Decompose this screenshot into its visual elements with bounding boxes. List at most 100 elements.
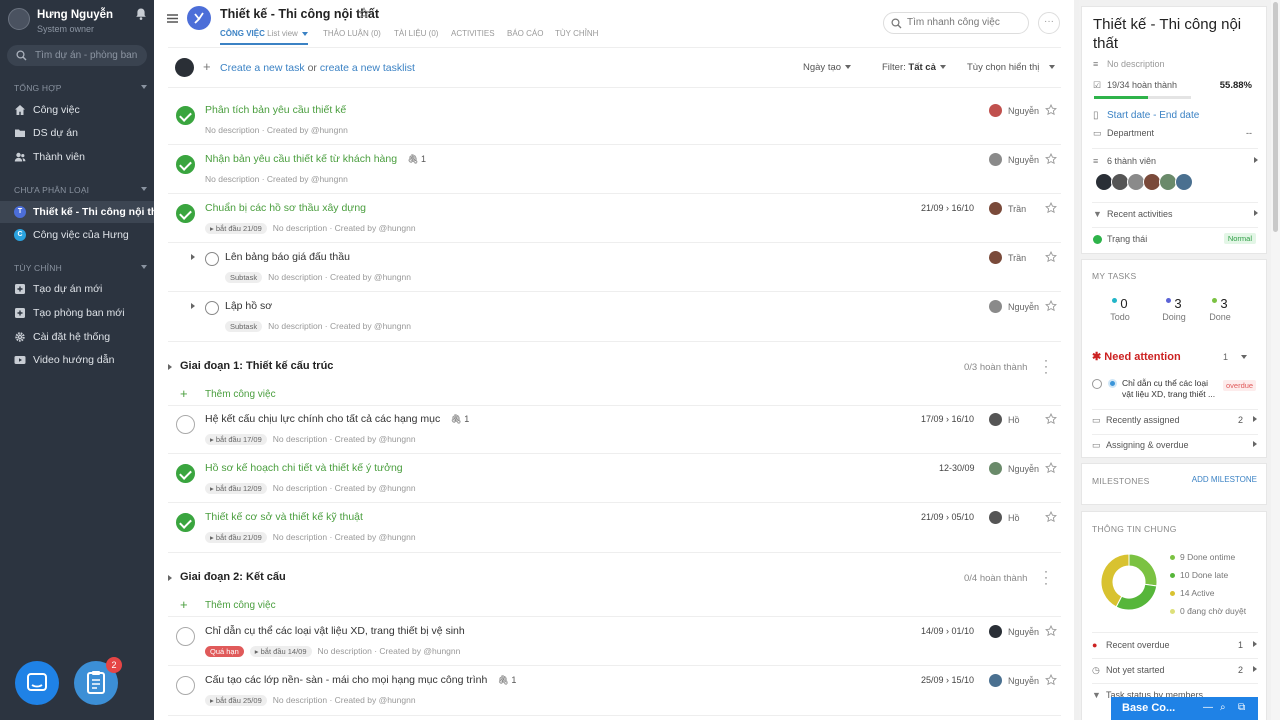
create-task-link[interactable]: Create a new task <box>220 62 305 74</box>
scrollbar[interactable] <box>1271 0 1280 720</box>
add-task-row[interactable]: + Thêm công việc <box>168 595 1061 617</box>
expand-icon[interactable] <box>191 254 195 260</box>
tab-bao-cao[interactable]: BÁO CÁO <box>507 29 543 38</box>
task-row[interactable]: Hệ kết cấu chịu lực chính cho tất cả các… <box>168 405 1061 454</box>
not-started-link[interactable]: ◷ Not yet started 2 <box>1092 665 1257 676</box>
project-search-input[interactable]: Tìm dự án - phòng ban <box>7 45 147 66</box>
task-name[interactable]: Hệ kết cấu chịu lực chính cho tất cả các… <box>205 413 469 425</box>
task-name[interactable]: Lên bảng báo giá đấu thầu <box>225 251 350 263</box>
bell-icon[interactable] <box>134 7 148 21</box>
task-checkbox[interactable] <box>205 301 219 315</box>
project-dates[interactable]: ▯ Start date - End date <box>1093 110 1258 121</box>
chat-button[interactable] <box>15 661 59 705</box>
task-row[interactable]: Cấu tạo các lớp nền- sàn - mái cho mọi h… <box>168 666 1061 716</box>
task-row[interactable]: Chỉ dẫn cụ thể các loại vật liệu XD, tra… <box>168 617 1061 666</box>
tab-activities[interactable]: ACTIVITIES <box>451 29 495 38</box>
done-count[interactable]: 3 Done <box>1200 296 1240 322</box>
recently-assigned-link[interactable]: ▭ Recently assigned 2 <box>1092 415 1257 426</box>
sidebar-item-thanh-vien[interactable]: Thành viên <box>0 146 154 168</box>
star-icon[interactable] <box>1045 413 1057 425</box>
task-row[interactable]: Chuẩn bị các hồ sơ thầu xây dựng ▸ bắt đ… <box>168 194 1061 243</box>
project-department[interactable]: ▭ Department -- <box>1093 128 1258 139</box>
task-name[interactable]: Cấu tạo các lớp nền- sàn - mái cho mọi h… <box>205 674 516 686</box>
task-row[interactable]: Phân tích bản yêu cầu thiết kế No descri… <box>168 96 1061 145</box>
star-icon[interactable] <box>1045 251 1057 263</box>
star-icon[interactable] <box>1045 674 1057 686</box>
filter-dropdown[interactable]: Filter: Tất cả <box>882 62 946 73</box>
sidebar-item-ds-du-an[interactable]: DS dự án <box>0 122 154 144</box>
add-task-row[interactable]: + Thêm công việc <box>168 384 1061 406</box>
task-checkbox[interactable] <box>176 676 195 695</box>
task-name[interactable]: Hồ sơ kế hoạch chi tiết và thiết kế ý tư… <box>205 462 403 474</box>
task-row[interactable]: Thiết kế cơ sở và thiết kế kỹ thuật ▸ bắ… <box>168 503 1061 553</box>
collapse-icon[interactable] <box>168 364 172 370</box>
chat-bar[interactable]: Base Co... — ⌕ ⧉ <box>1111 697 1258 720</box>
attention-task[interactable]: Chỉ dẫn cụ thể các loại vật liệu XD, tra… <box>1092 377 1262 403</box>
doing-count[interactable]: 3 Doing <box>1154 296 1194 322</box>
section-tuy-chinh[interactable]: TÙY CHỈNH <box>14 263 147 273</box>
tasklist-name[interactable]: Giai đoạn 2: Kết cấu <box>180 571 286 583</box>
search-icon[interactable]: ⌕ <box>1220 702 1226 713</box>
sidebar-item-tao-du-an[interactable]: Tạo dự án mới <box>0 278 154 300</box>
task-checkbox[interactable] <box>176 415 195 434</box>
need-attention-header[interactable]: ✱ Need attention 1 <box>1092 350 1247 363</box>
task-name[interactable]: Phân tích bản yêu cầu thiết kế <box>205 104 346 116</box>
minimize-icon[interactable]: — <box>1203 702 1213 713</box>
todo-count[interactable]: 0 Todo <box>1100 296 1140 322</box>
task-name[interactable]: Chỉ dẫn cụ thể các loại vật liệu XD, tra… <box>205 625 465 637</box>
task-checkbox[interactable] <box>176 204 195 223</box>
sidebar-item-project-thiet-ke[interactable]: T Thiết kế - Thi công nội th... <box>0 201 154 223</box>
sort-dropdown[interactable]: Ngày tạo <box>803 62 852 73</box>
task-name[interactable]: Chuẩn bị các hồ sơ thầu xây dựng <box>205 202 366 214</box>
collapse-icon[interactable] <box>168 575 172 581</box>
task-name[interactable]: Thiết kế cơ sở và thiết kế kỹ thuật <box>205 511 363 523</box>
sidebar-item-project-cong-viec-hung[interactable]: C Công việc của Hưng <box>0 224 154 246</box>
star-icon[interactable] <box>1045 300 1057 312</box>
expand-icon[interactable]: ⧉ <box>1238 702 1245 713</box>
task-checkbox[interactable] <box>176 513 195 532</box>
task-checkbox[interactable] <box>176 464 195 483</box>
star-icon[interactable] <box>1045 153 1057 165</box>
tasks-button[interactable]: 2 <box>74 657 122 705</box>
star-icon[interactable] <box>1045 625 1057 637</box>
tab-tuy-chinh[interactable]: TÙY CHỈNH <box>555 29 598 38</box>
sidebar-item-video[interactable]: Video hướng dẫn <box>0 349 154 371</box>
task-row[interactable]: Hồ sơ kế hoạch chi tiết và thiết kế ý tư… <box>168 454 1061 503</box>
recent-activities-link[interactable]: ▼ Recent activities <box>1093 209 1258 219</box>
add-milestone-button[interactable]: ADD MILESTONE <box>1192 475 1257 484</box>
tab-thao-luan[interactable]: THẢO LUẬN (0) <box>323 29 381 38</box>
more-vertical-icon[interactable]: · · · <box>1044 354 1050 378</box>
star-icon[interactable] <box>1045 462 1057 474</box>
star-icon[interactable] <box>1045 104 1057 116</box>
project-members[interactable]: ≡ 6 thành viên <box>1093 156 1258 166</box>
task-search-input[interactable]: Tìm nhanh công việc <box>883 12 1029 34</box>
tab-tai-lieu[interactable]: TÀI LIỆU (0) <box>394 29 438 38</box>
more-vertical-icon[interactable]: · · · <box>1044 565 1050 589</box>
assigning-overdue-link[interactable]: ▭ Assigning & overdue <box>1092 440 1257 451</box>
expand-icon[interactable] <box>191 303 195 309</box>
task-checkbox[interactable] <box>1092 379 1102 389</box>
more-button[interactable]: ··· <box>1038 12 1060 34</box>
task-checkbox[interactable] <box>205 252 219 266</box>
project-status[interactable]: Trạng thái Normal <box>1093 233 1258 245</box>
sidebar-item-cong-viec[interactable]: Công việc <box>0 99 154 121</box>
subtask-row[interactable]: Lập hồ sơ Subtask No description · Create… <box>168 292 1061 342</box>
task-name[interactable]: Nhận bản yêu cầu thiết kế từ khách hàng 🖇… <box>205 153 426 165</box>
star-icon[interactable] <box>358 7 370 19</box>
menu-icon[interactable] <box>166 12 179 25</box>
recent-overdue-link[interactable]: ● Recent overdue 1 <box>1092 640 1257 650</box>
section-chua-phan-loai[interactable]: CHƯA PHÂN LOẠI <box>14 185 147 195</box>
avatar[interactable] <box>1175 173 1193 191</box>
task-checkbox[interactable] <box>176 106 195 125</box>
display-options-dropdown[interactable]: Tùy chọn hiển thị <box>967 62 1056 73</box>
avatar[interactable] <box>8 8 30 30</box>
subtask-row[interactable]: Lên bảng báo giá đấu thầu Subtask No desc… <box>168 243 1061 292</box>
tab-cong-viec[interactable]: CÔNG VIỆC List view <box>220 29 308 45</box>
tasklist-header[interactable]: Giai đoạn 1: Thiết kế cấu trúc 0/3 hoàn … <box>168 354 1061 380</box>
task-checkbox[interactable] <box>176 627 195 646</box>
user-profile[interactable]: Hưng Nguyễn System owner <box>8 6 148 36</box>
tasklist-header[interactable]: Giai đoạn 2: Kết cấu 0/4 hoàn thành · · · <box>168 565 1061 591</box>
create-tasklist-link[interactable]: create a new tasklist <box>320 62 415 74</box>
project-description[interactable]: ≡ No description <box>1093 59 1258 69</box>
star-icon[interactable] <box>1045 202 1057 214</box>
